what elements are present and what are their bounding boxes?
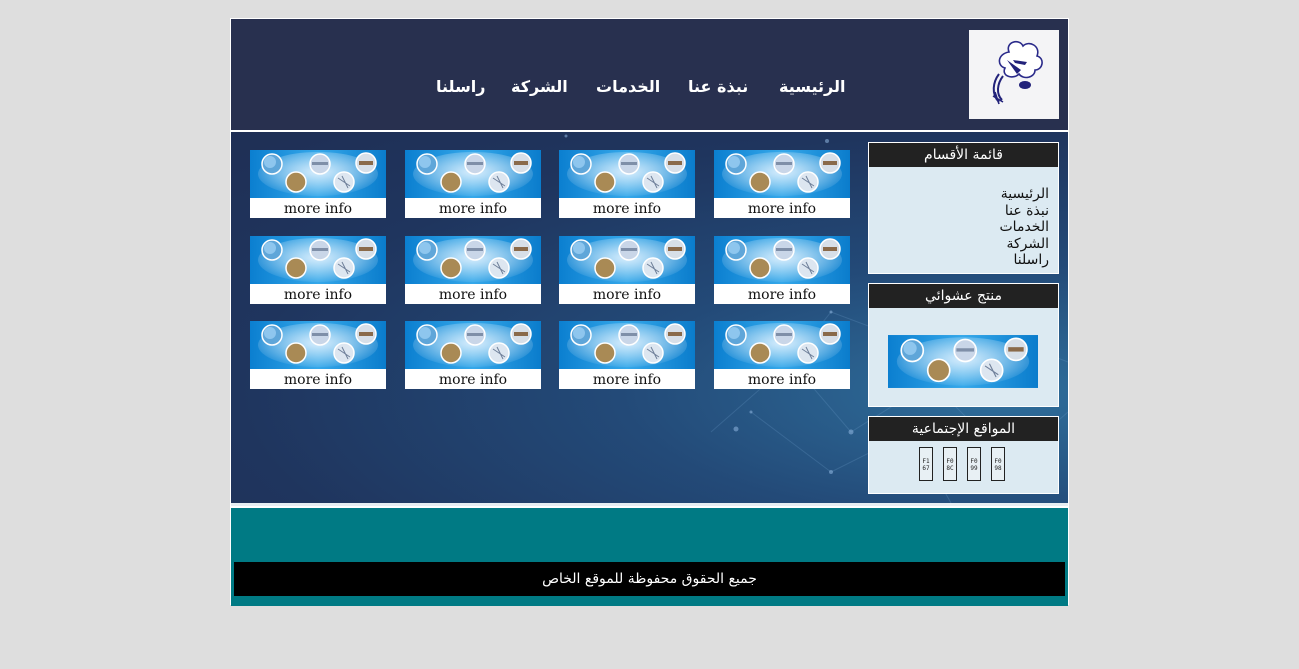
product-thumbnail[interactable] — [250, 321, 386, 369]
product-card[interactable]: more info — [405, 236, 541, 304]
more-info-link[interactable]: more info — [250, 371, 386, 389]
random-product-image[interactable] — [888, 335, 1038, 388]
product-thumbnail[interactable] — [714, 150, 850, 198]
random-product-title: منتج عشوائي — [869, 284, 1058, 308]
category-item-services[interactable]: الخدمات — [1000, 219, 1050, 236]
nav-item-home[interactable]: الرئيسية — [779, 77, 846, 96]
social-icon[interactable]: F0 99 — [967, 447, 981, 481]
product-card[interactable]: more info — [405, 150, 541, 218]
copyright-text: جميع الحقوق محفوظة للموقع الخاص — [234, 562, 1065, 596]
nav-item-services[interactable]: الخدمات — [596, 77, 660, 96]
social-icon[interactable]: F0 98 — [991, 447, 1005, 481]
category-item-home[interactable]: الرئيسية — [1000, 186, 1049, 203]
site-header: الرئيسية نبذة عنا الخدمات الشركة راسلنا — [231, 19, 1068, 132]
product-card[interactable]: more info — [250, 236, 386, 304]
more-info-link[interactable]: more info — [405, 371, 541, 389]
product-card[interactable]: more info — [714, 150, 850, 218]
more-info-link[interactable]: more info — [714, 286, 850, 304]
product-thumbnail[interactable] — [405, 236, 541, 284]
more-info-link[interactable]: more info — [559, 371, 695, 389]
nav-item-company[interactable]: الشركة — [511, 77, 568, 96]
product-thumbnail[interactable] — [559, 236, 695, 284]
social-icon[interactable]: F0 8C — [943, 447, 957, 481]
random-product-box: منتج عشوائي — [868, 283, 1059, 407]
social-title: المواقع الإجتماعية — [869, 417, 1058, 441]
page-container: الرئيسية نبذة عنا الخدمات الشركة راسلنا — [230, 18, 1069, 606]
category-item-company[interactable]: الشركة — [1000, 236, 1049, 253]
main-content: more info more info more info more info … — [231, 132, 1068, 503]
category-item-about[interactable]: نبذة عنا — [1000, 203, 1049, 220]
more-info-link[interactable]: more info — [250, 286, 386, 304]
product-card[interactable]: more info — [714, 321, 850, 389]
product-card[interactable]: more info — [250, 150, 386, 218]
product-card[interactable]: more info — [250, 321, 386, 389]
main-nav: الرئيسية نبذة عنا الخدمات الشركة راسلنا — [231, 77, 1068, 101]
product-card[interactable]: more info — [405, 321, 541, 389]
more-info-link[interactable]: more info — [559, 286, 695, 304]
category-item-contact[interactable]: راسلنا — [1000, 252, 1049, 269]
site-logo[interactable] — [969, 30, 1059, 119]
more-info-link[interactable]: more info — [405, 200, 541, 218]
more-info-link[interactable]: more info — [405, 286, 541, 304]
product-thumbnail[interactable] — [250, 236, 386, 284]
product-card[interactable]: more info — [559, 236, 695, 304]
categories-title: قائمة الأقسام — [869, 143, 1058, 167]
categories-list: الرئيسية نبذة عنا الخدمات الشركة راسلنا — [1000, 186, 1050, 269]
product-card[interactable]: more info — [714, 236, 850, 304]
product-thumbnail[interactable] — [405, 150, 541, 198]
categories-box: قائمة الأقسام الرئيسية نبذة عنا الخدمات … — [868, 142, 1059, 274]
product-card[interactable]: more info — [559, 150, 695, 218]
nav-item-contact[interactable]: راسلنا — [436, 77, 486, 96]
more-info-link[interactable]: more info — [714, 200, 850, 218]
social-icon[interactable]: F1 67 — [919, 447, 933, 481]
more-info-link[interactable]: more info — [250, 200, 386, 218]
product-thumbnail[interactable] — [559, 321, 695, 369]
product-card[interactable]: more info — [559, 321, 695, 389]
product-thumbnail[interactable] — [405, 321, 541, 369]
product-thumbnail[interactable] — [714, 321, 850, 369]
social-box: المواقع الإجتماعية F1 67 F0 8C F0 99 F0 … — [868, 416, 1059, 494]
product-thumbnail[interactable] — [250, 150, 386, 198]
product-thumbnail[interactable] — [714, 236, 850, 284]
cloud-airplane-logo-icon — [992, 40, 1043, 105]
more-info-link[interactable]: more info — [559, 200, 695, 218]
site-footer: جميع الحقوق محفوظة للموقع الخاص — [231, 506, 1068, 606]
more-info-link[interactable]: more info — [714, 371, 850, 389]
nav-item-about[interactable]: نبذة عنا — [688, 77, 748, 96]
product-thumbnail[interactable] — [559, 150, 695, 198]
